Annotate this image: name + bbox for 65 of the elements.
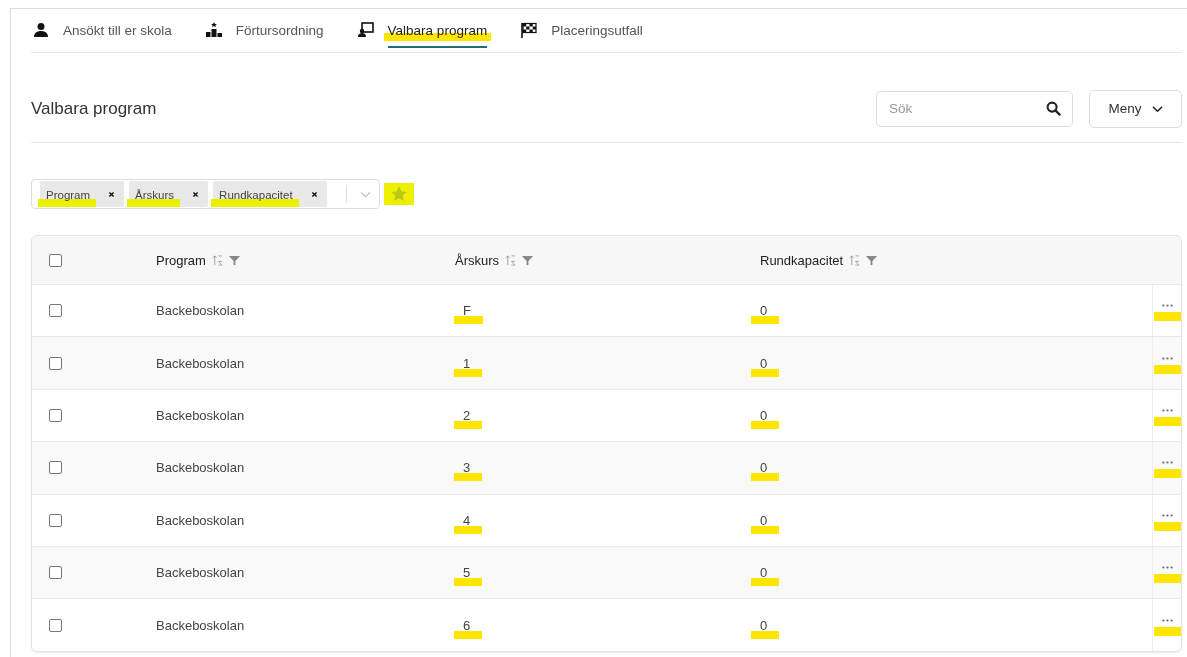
more-icon[interactable] (1161, 566, 1173, 570)
more-icon[interactable] (1161, 513, 1173, 517)
row-checkbox[interactable] (49, 513, 62, 527)
column-chip[interactable]: Årskurs (129, 181, 209, 207)
close-icon[interactable] (108, 190, 116, 198)
more-icon[interactable] (1161, 356, 1173, 360)
column-select[interactable]: Program Årskurs Rundkapacitet (31, 179, 380, 209)
select-all-checkbox[interactable] (49, 253, 62, 267)
table-cell: 0 (760, 407, 768, 423)
table-cell: 4 (463, 512, 471, 528)
table-cell: Backeboskolan (156, 617, 245, 633)
tab[interactable]: Förtursordning (235, 23, 324, 48)
page-title: Valbara program (31, 98, 158, 119)
table-cell: Backeboskolan (156, 355, 245, 371)
column-header[interactable]: Rundkapacitet (760, 252, 844, 268)
row-checkbox[interactable] (49, 461, 62, 475)
person-icon (33, 22, 49, 38)
search-field[interactable]: Sök (876, 90, 1073, 127)
table-cell: Backeboskolan (156, 565, 245, 581)
close-icon[interactable] (192, 190, 200, 198)
table-cell: 6 (463, 617, 471, 633)
table-cell: Backeboskolan (156, 407, 245, 423)
table-cell: 3 (463, 460, 471, 476)
row-checkbox[interactable] (49, 356, 62, 370)
filter-icon[interactable] (866, 254, 878, 266)
table-cell: 0 (760, 355, 768, 371)
table-cell: 0 (760, 565, 768, 581)
table-cell: 0 (760, 303, 768, 319)
more-icon[interactable] (1161, 461, 1173, 465)
table-cell: F (463, 303, 471, 319)
tab[interactable]: Placeringsutfall (551, 23, 643, 48)
chevron-down-icon (1151, 104, 1163, 113)
row-checkbox[interactable] (49, 408, 62, 422)
chip-label: Program (46, 189, 91, 201)
podium-icon (205, 22, 222, 38)
row-checkbox[interactable] (49, 304, 62, 318)
presentation-icon (357, 22, 374, 38)
more-icon[interactable] (1161, 618, 1173, 622)
table-cell: 0 (760, 512, 768, 528)
table-cell: 5 (463, 565, 471, 581)
table-cell: 1 (463, 355, 471, 371)
filter-icon[interactable] (228, 254, 240, 266)
table-cell: Backeboskolan (156, 460, 245, 476)
table-cell: 0 (760, 617, 768, 633)
table-cell: 0 (760, 460, 768, 476)
table-cell: Backeboskolan (156, 512, 245, 528)
search-icon (1046, 100, 1061, 116)
star-icon[interactable] (389, 185, 408, 203)
checkered-flag-icon (521, 22, 538, 38)
menu-button[interactable]: Meny (1089, 89, 1182, 128)
table-cell: Backeboskolan (156, 303, 245, 319)
more-icon[interactable] (1161, 304, 1173, 308)
chip-label: Årskurs (135, 189, 175, 201)
column-header[interactable]: Årskurs (455, 252, 500, 268)
tab[interactable]: Ansökt till er skola (63, 23, 172, 48)
chip-label: Rundkapacitet (219, 189, 293, 201)
table-cell: 2 (463, 407, 471, 423)
column-chip[interactable]: Program (40, 181, 125, 207)
more-icon[interactable] (1161, 408, 1173, 412)
row-checkbox[interactable] (49, 618, 62, 632)
column-chip[interactable]: Rundkapacitet (213, 181, 327, 207)
close-icon[interactable] (310, 190, 318, 198)
filter-icon[interactable] (522, 254, 534, 266)
row-checkbox[interactable] (49, 566, 62, 580)
column-header[interactable]: Program (156, 252, 206, 268)
